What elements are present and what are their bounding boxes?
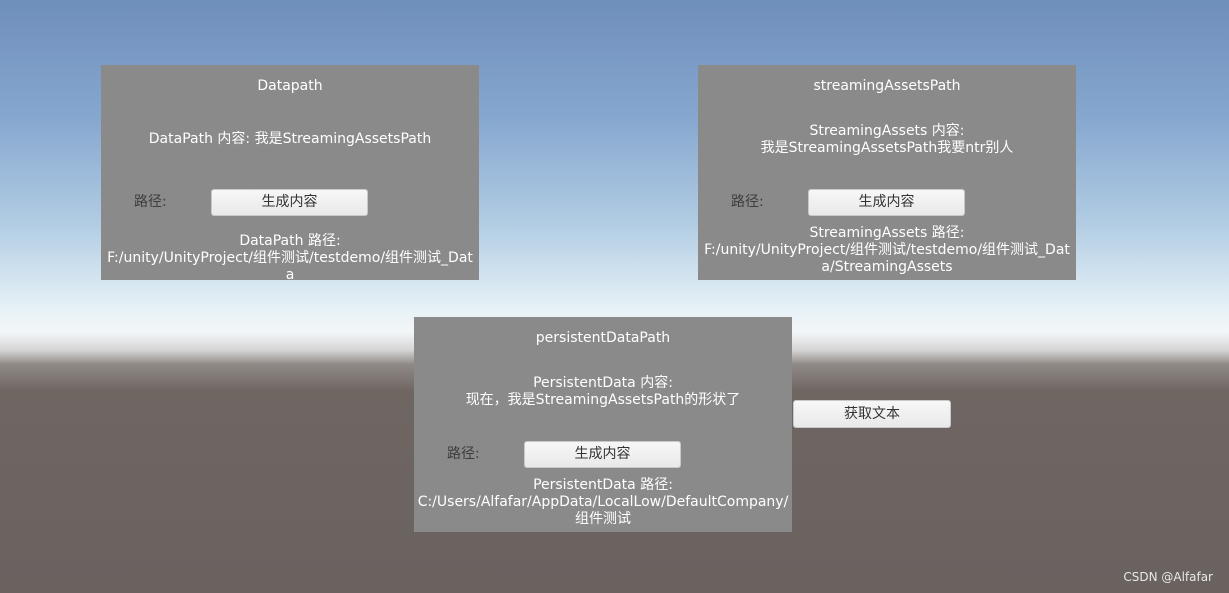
persistent-data-path-label: 路径: [447,446,480,462]
streaming-assets-path-text: StreamingAssets 路径: F:/unity/UnityProject… [704,225,1070,275]
streaming-assets-panel: streamingAssetsPath StreamingAssets 内容: … [698,65,1076,280]
persistent-data-panel: persistentDataPath PersistentData 内容: 现在… [414,317,792,532]
streaming-assets-content-line: 我是StreamingAssetsPath我要ntr别人 [760,140,1014,156]
persistent-data-panel-title: persistentDataPath [535,330,671,346]
datapath-path-label: 路径: [134,194,167,210]
streaming-assets-content-text: StreamingAssets 内容: 我是StreamingAssetsPat… [698,123,1076,157]
streaming-assets-generate-button[interactable]: 生成内容 [808,189,965,216]
persistent-data-generate-button[interactable]: 生成内容 [524,441,681,468]
persistent-data-content-text: PersistentData 内容: 现在，我是StreamingAssetsP… [414,375,792,409]
csdn-watermark: CSDN @Alfafar [1123,570,1213,584]
datapath-generate-button[interactable]: 生成内容 [211,189,368,216]
datapath-panel-title: Datapath [257,78,323,94]
persistent-data-content-line: PersistentData 内容: [533,375,673,391]
streaming-assets-path-label: 路径: [731,194,764,210]
streaming-assets-content-line: StreamingAssets 内容: [809,123,965,139]
datapath-path-text: DataPath 路径: F:/unity/UnityProject/组件测试/t… [107,233,473,283]
persistent-data-path-text: PersistentData 路径: C:/Users/Alfafar/AppDa… [417,477,789,527]
streaming-assets-panel-title: streamingAssetsPath [813,78,961,94]
datapath-content-line: DataPath 内容: 我是StreamingAssetsPath [148,131,432,147]
datapath-panel: Datapath DataPath 内容: 我是StreamingAssetsP… [101,65,479,283]
persistent-data-content-line: 现在，我是StreamingAssetsPath的形状了 [465,392,741,408]
datapath-content-text: DataPath 内容: 我是StreamingAssetsPath [101,131,479,148]
fetch-text-button[interactable]: 获取文本 [793,400,951,428]
